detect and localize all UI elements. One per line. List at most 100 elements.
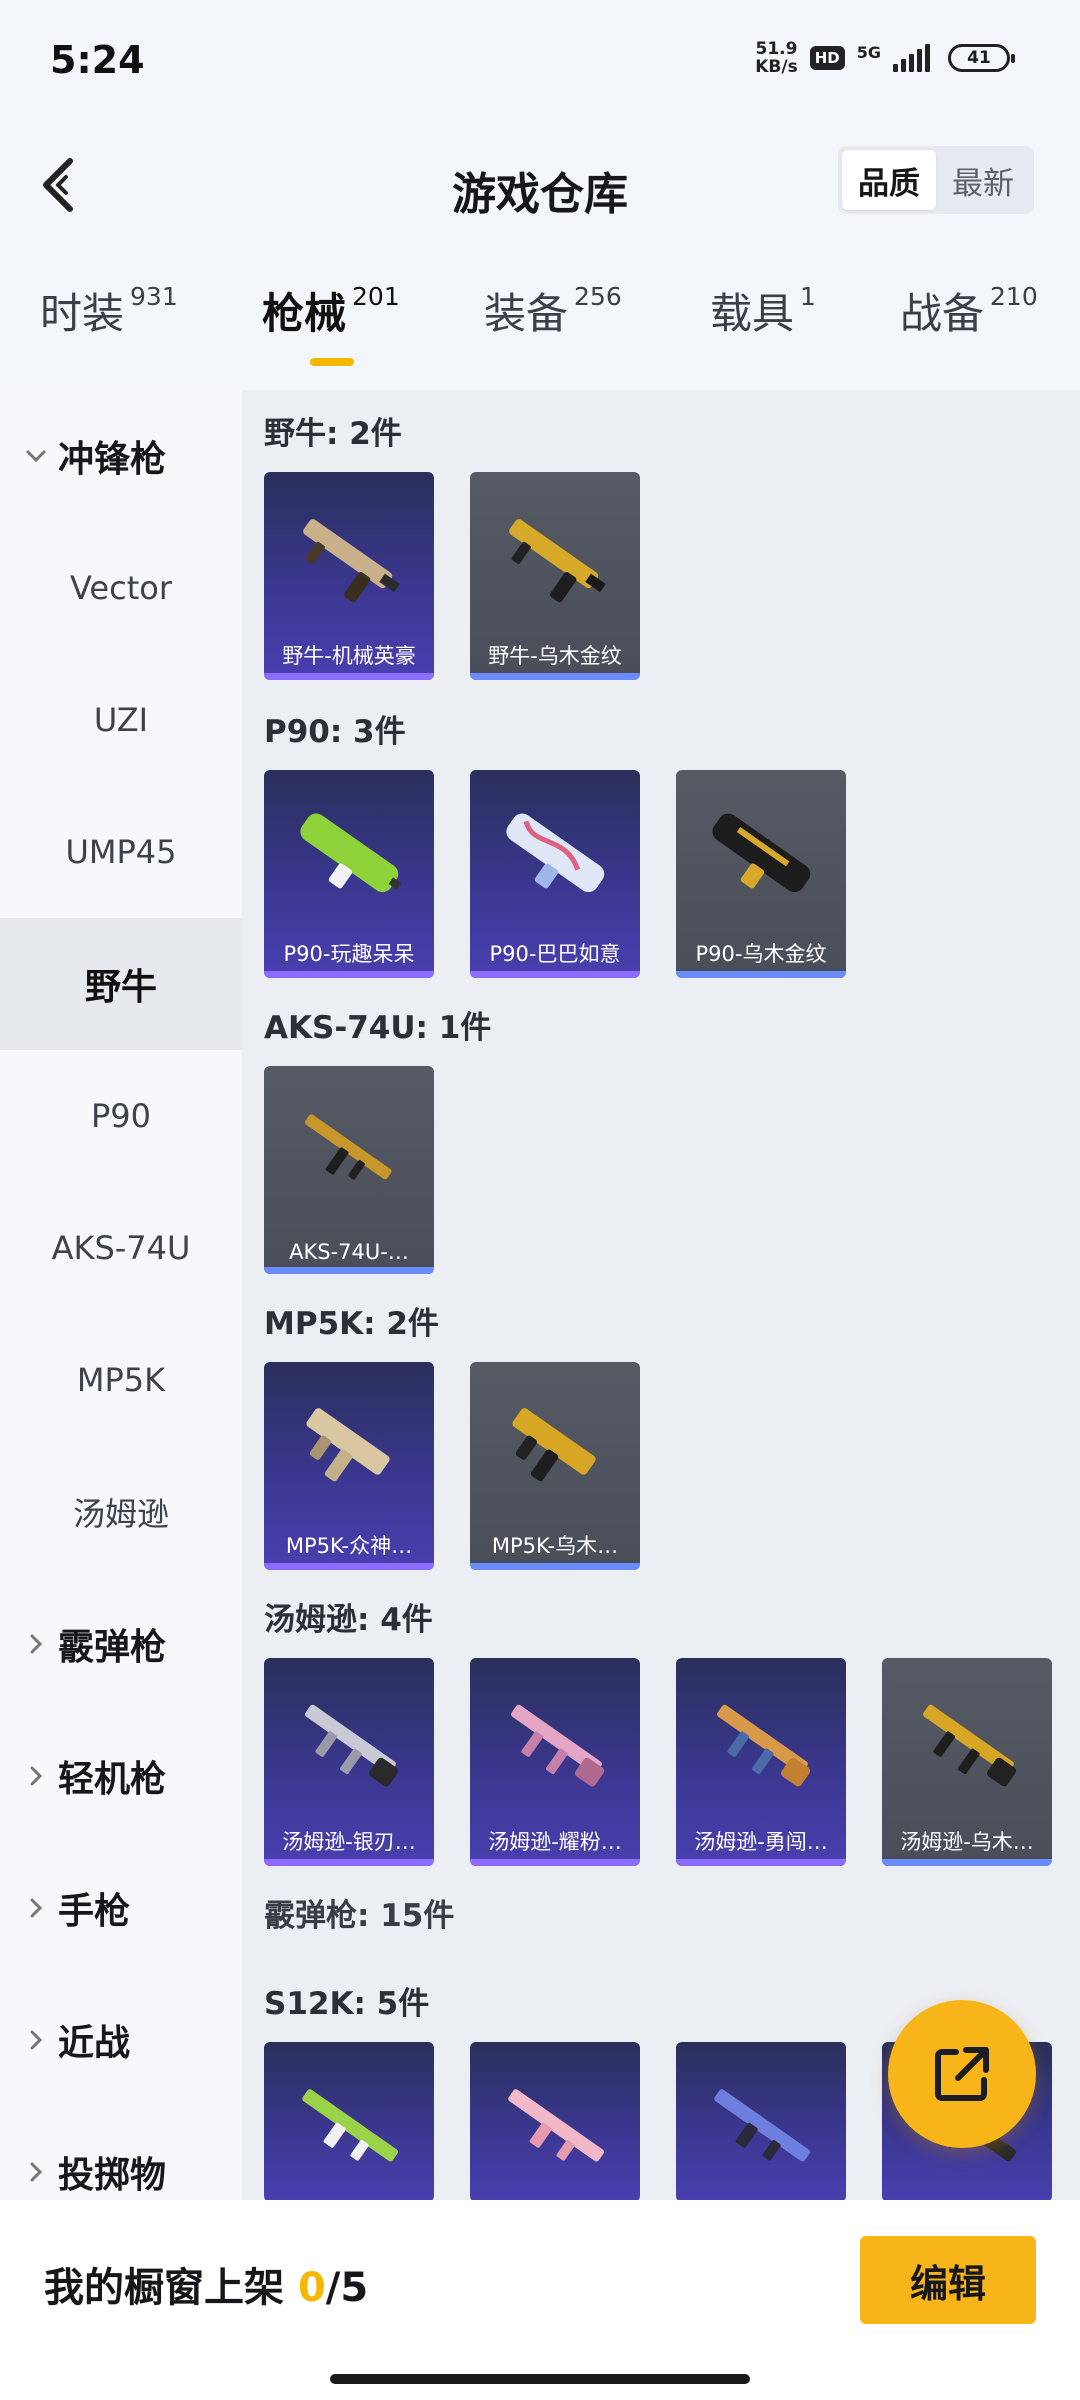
sidebar-item-mp5k[interactable]: MP5K xyxy=(0,1314,242,1446)
rarity-bar xyxy=(264,971,434,978)
sidebar-group-lmg[interactable]: 轻机枪 xyxy=(0,1710,242,1842)
share-external-icon xyxy=(935,2047,989,2101)
weapon-card-label: P90-巴巴如意 xyxy=(489,942,621,966)
rarity-bar xyxy=(264,1859,434,1866)
sidebar-item-aks74u[interactable]: AKS-74U xyxy=(0,1182,242,1314)
sidebar-item-ump45[interactable]: UMP45 xyxy=(0,786,242,918)
tab-label: 战备 xyxy=(900,289,985,338)
weapon-card[interactable]: 汤姆逊-耀粉… xyxy=(470,1658,640,1866)
sidebar-group-label: 霰弹枪 xyxy=(58,1627,167,1668)
tab-label: 枪械 xyxy=(262,289,347,338)
weapon-card-label: 汤姆逊-耀粉… xyxy=(488,1830,622,1854)
share-button[interactable] xyxy=(888,2000,1036,2148)
sidebar-group-shotgun[interactable]: 霰弹枪 xyxy=(0,1578,242,1710)
gun-icon xyxy=(302,2089,399,2162)
rarity-bar xyxy=(882,1859,1052,1866)
battery-level: 41 xyxy=(967,48,991,68)
chevron-right-icon xyxy=(22,2161,50,2183)
gun-icon xyxy=(509,519,606,603)
showcase-current-count: 0 xyxy=(297,2265,326,2311)
tab-equipment[interactable]: 装备 256 xyxy=(484,280,622,341)
header: 游戏仓库 品质 最新 xyxy=(0,130,1080,240)
weapon-card[interactable]: AKS-74U-… xyxy=(264,1066,434,1274)
chevron-down-icon xyxy=(22,449,50,463)
weapon-card[interactable]: 野牛-机械英豪 xyxy=(264,472,434,680)
weapon-card[interactable]: MP5K-乌木… xyxy=(470,1362,640,1570)
home-indicator[interactable] xyxy=(330,2374,750,2384)
weapon-card[interactable]: P90-玩趣呆呆 xyxy=(264,770,434,978)
gun-icon xyxy=(300,813,402,893)
chevron-right-icon xyxy=(22,2029,50,2051)
weapon-card[interactable]: 汤姆逊-银刃… xyxy=(264,1658,434,1866)
status-indicators: 51.9 KB/s HD 5G 41 xyxy=(755,40,1015,76)
sidebar-item-bizon[interactable]: 野牛 xyxy=(0,918,242,1050)
tab-label: 时装 xyxy=(40,289,125,338)
sort-latest-button[interactable]: 最新 xyxy=(936,150,1030,210)
weapon-card-label: AKS-74U-… xyxy=(289,1240,409,1264)
sidebar-group-throwables[interactable]: 投掷物 xyxy=(0,2106,242,2200)
section-title: 汤姆逊: 4件 xyxy=(264,1602,433,1638)
tab-vehicles[interactable]: 载具 1 xyxy=(710,280,816,341)
weapon-card-label: MP5K-乌木… xyxy=(491,1534,619,1558)
weapon-card[interactable]: P90-巴巴如意 xyxy=(470,770,640,978)
weapon-card[interactable] xyxy=(264,2042,434,2200)
sidebar-item-uzi[interactable]: UZI xyxy=(0,654,242,786)
tab-fashion[interactable]: 时装 931 xyxy=(40,280,178,341)
sidebar-group-melee[interactable]: 近战 xyxy=(0,1974,242,2106)
weapon-card[interactable]: 汤姆逊-乌木… xyxy=(882,1658,1052,1866)
gun-icon xyxy=(305,1704,399,1787)
active-tab-indicator xyxy=(310,358,354,366)
sidebar-item-thompson[interactable]: 汤姆逊 xyxy=(0,1446,242,1578)
weapon-card-label: 野牛-机械英豪 xyxy=(282,644,416,668)
gun-icon xyxy=(923,1704,1017,1787)
tab-count: 931 xyxy=(130,282,178,311)
gun-icon xyxy=(506,813,605,893)
rarity-bar xyxy=(470,1859,640,1866)
sidebar-item-p90[interactable]: P90 xyxy=(0,1050,242,1182)
weapon-card[interactable]: 野牛-乌木金纹 xyxy=(470,472,640,680)
sort-quality-button[interactable]: 品质 xyxy=(842,150,936,210)
sidebar-group-pistol[interactable]: 手枪 xyxy=(0,1842,242,1974)
weapon-card-label: 汤姆逊-乌木… xyxy=(900,1830,1034,1854)
rarity-bar xyxy=(470,673,640,680)
rarity-bar xyxy=(264,673,434,680)
rarity-bar xyxy=(676,1859,846,1866)
weapon-list: 野牛: 2件 野牛-机械英豪 野牛-乌木金纹 P90: 3件 P90-玩趣呆呆 … xyxy=(242,390,1080,2200)
tab-count: 256 xyxy=(574,282,622,311)
sidebar-group-smg[interactable]: 冲锋枪 xyxy=(0,390,242,522)
section-title: MP5K: 2件 xyxy=(264,1306,439,1342)
tab-guns[interactable]: 枪械 201 xyxy=(262,280,400,341)
rarity-bar xyxy=(264,1563,434,1570)
sidebar-group-label: 轻机枪 xyxy=(58,1759,167,1800)
section-title: P90: 3件 xyxy=(264,714,406,750)
weapon-card[interactable]: P90-乌木金纹 xyxy=(676,770,846,978)
status-time: 5:24 xyxy=(50,38,145,82)
sidebar-group-label: 冲锋枪 xyxy=(58,439,167,480)
rarity-bar xyxy=(470,1563,640,1570)
network-speed: 51.9 KB/s xyxy=(755,40,797,76)
tab-supplies[interactable]: 战备 210 xyxy=(900,280,1038,341)
weapon-card-label: 汤姆逊-银刃… xyxy=(282,1830,416,1854)
showcase-total-count: /5 xyxy=(325,2265,369,2311)
tab-label: 载具 xyxy=(710,289,795,338)
gun-icon xyxy=(512,1408,596,1482)
section-title: S12K: 5件 xyxy=(264,1986,430,2022)
weapon-card[interactable]: MP5K-众神… xyxy=(264,1362,434,1570)
rarity-bar xyxy=(676,971,846,978)
weapon-card-label: MP5K-众神… xyxy=(285,1534,413,1558)
sidebar-item-vector[interactable]: Vector xyxy=(0,522,242,654)
weapon-card[interactable] xyxy=(470,2042,640,2200)
category-tabs: 时装 931 枪械 201 装备 256 载具 1 战备 210 xyxy=(0,270,1080,380)
showcase-status: 我的橱窗上架 0/5 xyxy=(44,2255,368,2313)
edit-button[interactable]: 编辑 xyxy=(860,2236,1036,2324)
app-screen: 5:24 51.9 KB/s HD 5G 41 游戏仓库 品质 最新 时装 93… xyxy=(0,0,1080,2400)
weapon-card[interactable] xyxy=(676,2042,846,2200)
weapon-card[interactable]: 汤姆逊-勇闯… xyxy=(676,1658,846,1866)
back-button[interactable] xyxy=(28,150,88,220)
gun-icon xyxy=(303,519,400,603)
gun-icon xyxy=(511,1704,605,1787)
gun-icon xyxy=(712,813,811,893)
weapon-card-label: P90-乌木金纹 xyxy=(695,942,827,966)
network-speed-unit: KB/s xyxy=(755,57,798,77)
chevron-right-icon xyxy=(22,1897,50,1919)
